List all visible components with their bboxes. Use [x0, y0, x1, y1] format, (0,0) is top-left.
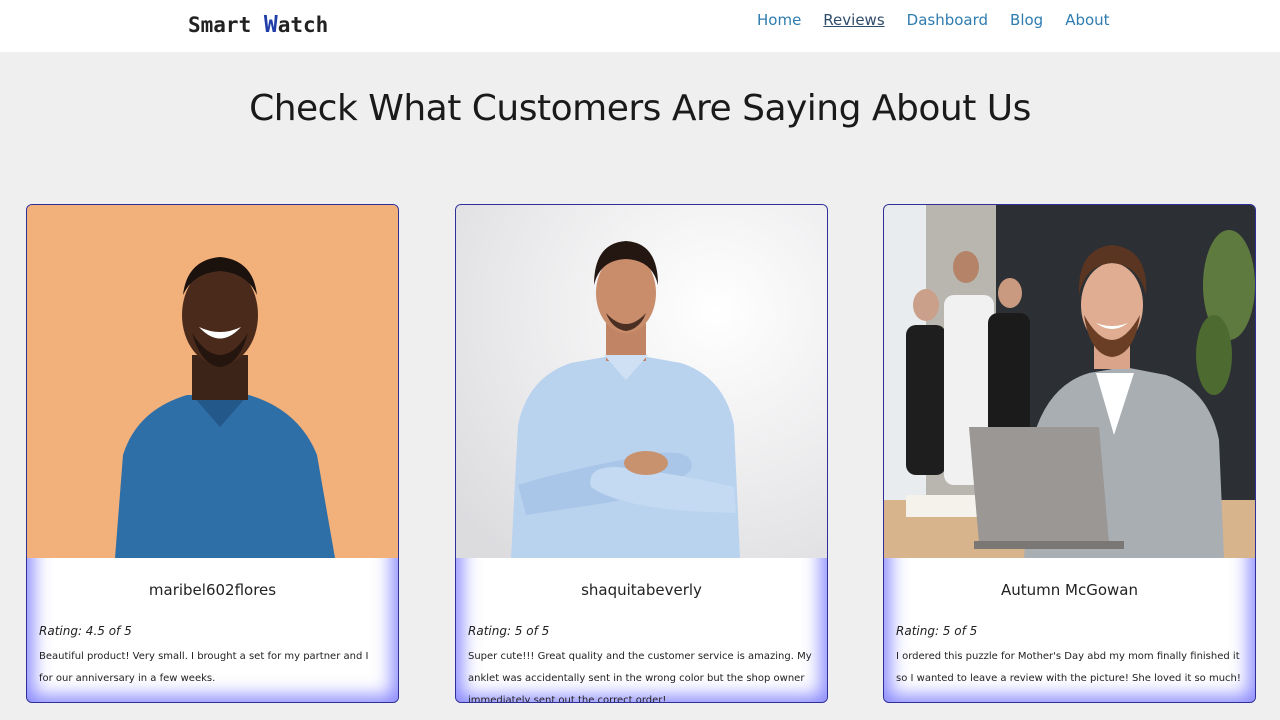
customer-photo-illustration: [884, 205, 1255, 558]
brand-prefix: Smart: [188, 13, 264, 37]
customer-name: shaquitabeverly: [581, 581, 702, 599]
nav-link-dashboard[interactable]: Dashboard: [907, 10, 988, 30]
customer-name: Autumn McGowan: [1001, 581, 1138, 599]
customer-photo: [27, 205, 398, 558]
review-text: I ordered this puzzle for Mother's Day a…: [896, 651, 1241, 684]
review-card: Autumn McGowan Rating: 5 of 5 I ordered …: [883, 204, 1256, 703]
nav-link-home[interactable]: Home: [757, 10, 801, 30]
review-text: Super cute!!! Great quality and the cust…: [468, 651, 812, 703]
customer-photo: [456, 205, 827, 558]
brand-rest: atch: [277, 13, 329, 37]
customer-photo: [884, 205, 1255, 558]
brand-logo[interactable]: Smart Watch: [188, 12, 328, 38]
customer-photo-illustration: [456, 205, 827, 558]
review-card: maribel602flores Rating: 4.5 of 5 Beauti…: [26, 204, 399, 703]
page-heading: Check What Customers Are Saying About Us: [249, 88, 1031, 129]
nav-link-about[interactable]: About: [1065, 10, 1109, 30]
customer-photo-illustration: [27, 205, 398, 558]
review-rating: Rating: 5 of 5: [896, 624, 978, 638]
review-card: shaquitabeverly Rating: 5 of 5 Super cut…: [455, 204, 828, 703]
customer-name: maribel602flores: [148, 581, 277, 599]
nav-link-blog[interactable]: Blog: [1010, 10, 1043, 30]
navbar: Smart Watch Home Reviews Dashboard Blog …: [0, 0, 1280, 52]
review-text: Beautiful product! Very small. I brought…: [39, 651, 369, 684]
nav-link-reviews[interactable]: Reviews: [823, 10, 884, 30]
review-rating: Rating: 4.5 of 5: [39, 624, 132, 638]
nav-links: Home Reviews Dashboard Blog About: [757, 10, 1132, 30]
review-rating: Rating: 5 of 5: [468, 624, 550, 638]
brand-w: W: [263, 12, 278, 38]
